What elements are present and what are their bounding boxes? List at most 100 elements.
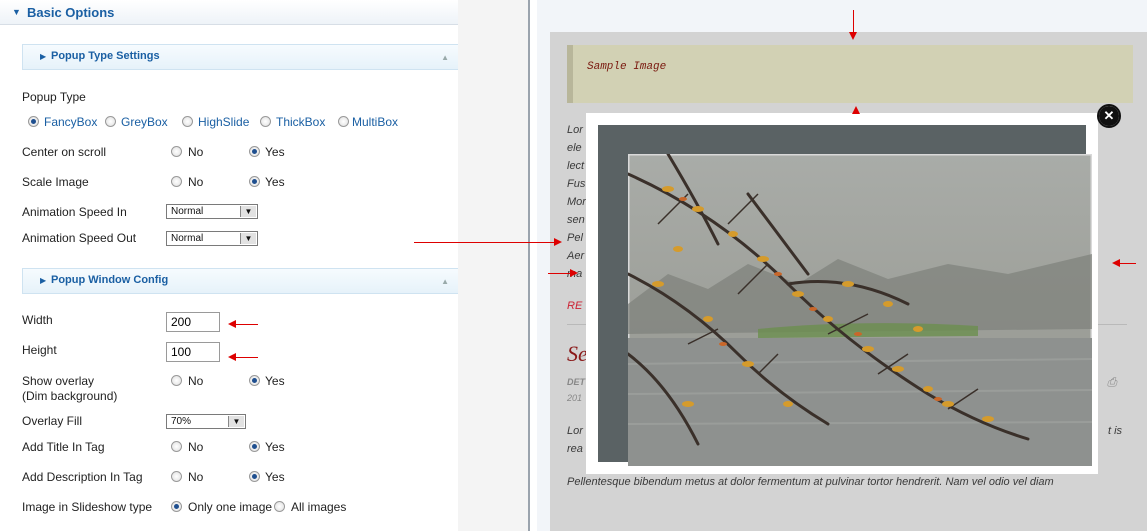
body-text-fragment: sen (567, 214, 585, 226)
body-text-fragment: Fus (567, 178, 586, 190)
width-label: Width (22, 313, 53, 327)
close-icon: ✕ (1099, 106, 1119, 126)
annotation-arrowhead-icon (852, 106, 860, 114)
annotation-arrow-right-edge (1120, 263, 1136, 264)
radio-highslide[interactable] (182, 116, 193, 127)
add-description-in-tag-label: Add Description In Tag (22, 470, 143, 484)
code-block: Sample Image (567, 45, 1133, 103)
show-overlay-yes-label: Yes (265, 374, 285, 388)
scale-image-yes-radio[interactable] (249, 176, 260, 187)
annotation-arrowhead-icon (849, 32, 857, 40)
scale-image-yes-label: Yes (265, 175, 285, 189)
settings-form: ▼ Basic Options ▶ Popup Type Settings ▲ … (0, 0, 460, 531)
radio-greybox-label: GreyBox (121, 115, 168, 129)
popup-mat (598, 125, 1092, 466)
body-text-fragment: Lor (567, 425, 583, 437)
radio-highslide-label: HighSlide (198, 115, 250, 129)
add-description-yes-radio[interactable] (249, 471, 260, 482)
show-overlay-no-label: No (188, 374, 204, 388)
panel-divider (528, 0, 530, 531)
read-more-link[interactable]: RE (567, 300, 582, 312)
show-overlay-no-radio[interactable] (171, 375, 182, 386)
body-text-fragment: t is (1108, 425, 1123, 437)
body-text-fragment: ele (567, 142, 582, 154)
radio-multibox[interactable] (338, 116, 349, 127)
scale-image-no-radio[interactable] (171, 176, 182, 187)
radio-thickbox-label: ThickBox (276, 115, 326, 129)
add-description-no-radio[interactable] (171, 471, 182, 482)
slideshow-all-images-label: All images (291, 500, 347, 514)
slideshow-only-one-radio[interactable] (171, 501, 182, 512)
annotation-arrowhead-icon (1112, 259, 1120, 267)
print-icon[interactable]: ⎙ (1107, 375, 1117, 390)
add-title-yes-radio[interactable] (249, 441, 260, 452)
add-title-in-tag-label: Add Title In Tag (22, 440, 105, 454)
scale-image-no-label: No (188, 175, 204, 189)
annotation-arrowhead-icon (228, 320, 236, 328)
radio-thickbox[interactable] (260, 116, 271, 127)
add-title-no-label: No (188, 440, 204, 454)
body-text-fragment: Pel (567, 232, 583, 244)
height-label: Height (22, 343, 57, 357)
basic-options-title: Basic Options (27, 5, 115, 20)
scale-image-label: Scale Image (22, 175, 89, 189)
add-title-yes-label: Yes (265, 440, 285, 454)
center-on-scroll-label: Center on scroll (22, 145, 107, 159)
popup-type-settings-header[interactable]: ▶ Popup Type Settings ▲ (22, 44, 460, 70)
slideshow-only-one-label: Only one image (188, 500, 273, 514)
expand-triangle-icon: ▼ (12, 7, 21, 17)
radio-fancybox-label: FancyBox (44, 115, 98, 129)
annotation-arrow-height (236, 357, 258, 358)
settings-panel: ▼ Basic Options ▶ Popup Type Settings ▲ … (0, 0, 530, 531)
animation-speed-out-label: Animation Speed Out (22, 231, 137, 245)
animation-speed-out-select[interactable]: Normal ▼ (166, 231, 258, 246)
article-meta-date: 201 (567, 393, 583, 403)
image-popup (586, 113, 1098, 474)
popup-window-config-title: Popup Window Config (51, 274, 169, 286)
body-text-fragment: Lor (567, 124, 583, 136)
add-title-no-radio[interactable] (171, 441, 182, 452)
center-on-scroll-yes-label: Yes (265, 145, 285, 159)
popup-photo (628, 154, 1092, 466)
show-overlay-label: Show overlay (22, 374, 95, 388)
width-input[interactable] (166, 312, 220, 332)
center-on-scroll-no-radio[interactable] (171, 146, 182, 157)
annotation-arrow-left-edge (548, 273, 570, 274)
show-overlay-yes-radio[interactable] (249, 375, 260, 386)
radio-greybox[interactable] (105, 116, 116, 127)
popup-window-config-header[interactable]: ▶ Popup Window Config ▲ (22, 268, 460, 294)
overlay-fill-select[interactable]: 70% ▼ (166, 414, 246, 429)
animation-speed-in-select[interactable]: Normal ▼ (166, 204, 258, 219)
collapse-triangle-icon: ▶ (40, 276, 47, 285)
center-on-scroll-yes-radio[interactable] (249, 146, 260, 157)
radio-multibox-label: MultiBox (352, 115, 399, 129)
article-heading[interactable]: Se (567, 341, 588, 367)
add-description-no-label: No (188, 470, 204, 484)
body-text-fragment: rea (567, 443, 583, 455)
body-text-fragment: Aer (567, 250, 585, 262)
caret-up-icon: ▲ (441, 277, 449, 286)
animation-speed-in-label: Animation Speed In (22, 205, 127, 219)
collapse-triangle-icon: ▶ (40, 52, 47, 61)
panel-gutter (458, 0, 528, 531)
body-text-fragment: Mor (567, 196, 586, 208)
overlay-fill-label: Overlay Fill (22, 414, 83, 428)
animation-speed-out-value: Normal (171, 233, 204, 244)
code-block-text: Sample Image (587, 61, 667, 73)
center-on-scroll-no-label: No (188, 145, 204, 159)
popup-type-label: Popup Type (22, 90, 86, 104)
annotation-arrow-width (236, 324, 258, 325)
add-description-yes-label: Yes (265, 470, 285, 484)
popup-close-button[interactable]: ✕ (1097, 104, 1121, 128)
basic-options-header[interactable]: ▼ Basic Options (0, 0, 458, 25)
body-text-fragment: lect (567, 160, 585, 172)
slideshow-all-images-radio[interactable] (274, 501, 285, 512)
height-input[interactable] (166, 342, 220, 362)
annotation-arrowhead-icon (554, 238, 562, 246)
dropdown-arrow-icon: ▼ (228, 416, 244, 427)
animation-speed-in-value: Normal (171, 206, 204, 217)
body-text-line: Pellentesque bibendum metus at dolor fer… (567, 476, 1054, 488)
radio-fancybox[interactable] (28, 116, 39, 127)
show-overlay-sublabel: (Dim background) (22, 389, 118, 403)
caret-up-icon: ▲ (441, 53, 449, 62)
